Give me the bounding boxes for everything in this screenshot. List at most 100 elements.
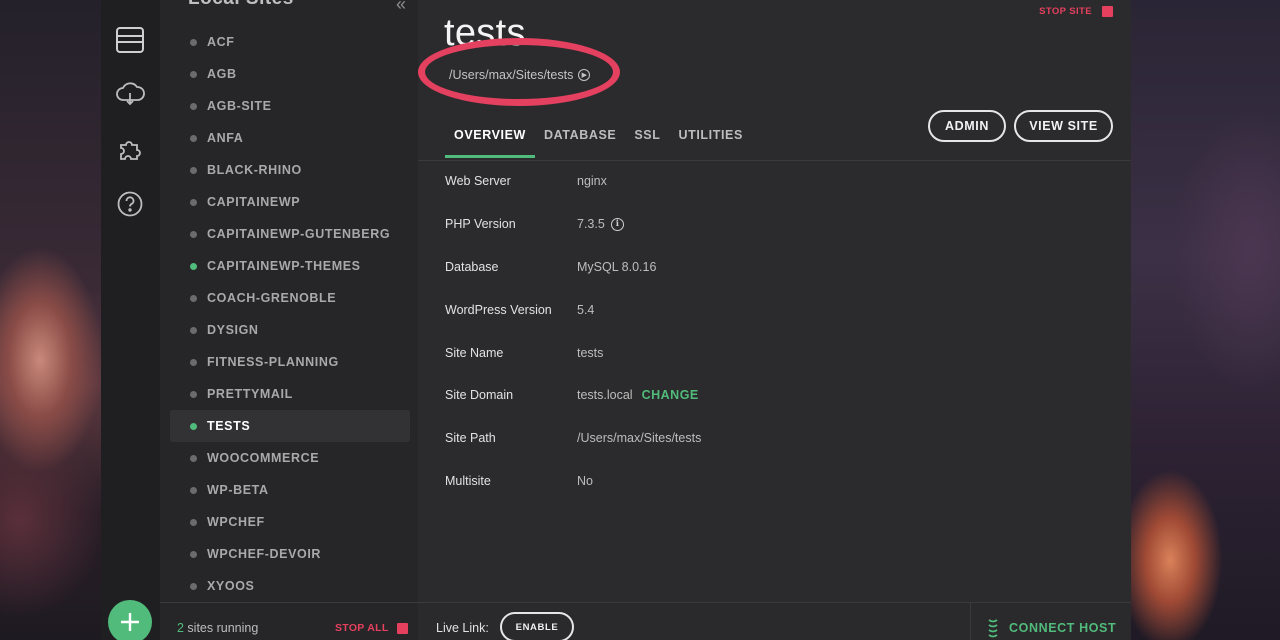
overview-row: Site Name tests	[445, 331, 1105, 374]
site-status-dot	[190, 294, 197, 302]
overview-value-text: /Users/max/Sites/tests	[577, 431, 702, 446]
collapse-sidebar-icon[interactable]: «	[396, 0, 406, 15]
site-status-dot	[190, 102, 197, 110]
site-detail-panel: tests STOP SITE /Users/max/Sites/tests ▶…	[418, 0, 1131, 640]
help-icon[interactable]	[114, 188, 146, 220]
sidebar-site-woocommerce[interactable]: WOOCOMMERCE	[170, 442, 410, 474]
overview-value: 7.3.5 i	[577, 217, 624, 231]
sidebar-site-acf[interactable]: ACF	[170, 26, 410, 58]
connect-host-button[interactable]: CONNECT HOST	[970, 603, 1131, 640]
sidebar-site-capitainewp[interactable]: CAPITAINEWP	[170, 186, 410, 218]
overview-value: No	[577, 474, 593, 488]
site-status-dot	[190, 262, 197, 270]
overview-table: Web Server nginx PHP Version 7.3.5 i Database…	[445, 160, 1105, 502]
sidebar-site-capitainewp-gutenberg[interactable]: CAPITAINEWP-GUTENBERG	[170, 218, 410, 250]
overview-row: Web Server nginx	[445, 160, 1105, 203]
overview-label: Multisite	[445, 473, 491, 488]
enable-live-link-button[interactable]: ENABLE	[500, 612, 574, 640]
site-name-label: WPCHEF	[207, 515, 265, 529]
site-tabs: OVERVIEW DATABASE SSL UTILITIES	[445, 112, 752, 158]
sidebar-site-dysign[interactable]: DYSIGN	[170, 314, 410, 346]
addons-icon[interactable]	[114, 133, 146, 165]
site-name-label: AGB	[207, 67, 237, 81]
stop-all-label: STOP ALL	[335, 622, 389, 634]
stop-icon	[396, 622, 408, 634]
overview-label: WordPress Version	[445, 302, 552, 317]
site-status-dot	[190, 70, 197, 78]
overview-value-text: tests.local	[577, 388, 633, 403]
site-name-label: AGB-SITE	[207, 99, 272, 113]
desktop-wallpaper-right	[1130, 0, 1280, 640]
site-name-label: WPCHEF-DEVOIR	[207, 547, 322, 561]
sidebar-site-xyoos[interactable]: XYOOS	[170, 570, 410, 602]
site-status-dot	[190, 550, 197, 558]
site-path-text: /Users/max/Sites/tests	[449, 68, 574, 82]
site-status-dot	[190, 358, 197, 366]
sidebar-site-wp-beta[interactable]: WP-BETA	[170, 474, 410, 506]
overview-row: Site Domain tests.local CHANGE	[445, 374, 1105, 417]
site-name-label: PRETTYMAIL	[207, 387, 293, 401]
overview-value-text: 5.4	[577, 302, 595, 317]
sidebar-site-agb[interactable]: AGB	[170, 58, 410, 90]
site-name-label: TESTS	[207, 419, 251, 433]
sidebar-site-prettymail[interactable]: PRETTYMAIL	[170, 378, 410, 410]
site-name-label: ANFA	[207, 131, 244, 145]
overview-label: PHP Version	[445, 217, 516, 232]
tab-database[interactable]: DATABASE	[535, 112, 625, 157]
site-status-dot	[190, 326, 197, 334]
sidebar-footer: 2 sites running STOP ALL	[160, 602, 418, 640]
sidebar-site-coach-grenoble[interactable]: COACH-GRENOBLE	[170, 282, 410, 314]
site-name-label: BLACK-RHINO	[207, 163, 302, 177]
overview-value-text: No	[577, 473, 593, 488]
stop-site-button[interactable]: STOP SITE	[1039, 6, 1113, 17]
site-name-label: CAPITAINEWP	[207, 195, 301, 209]
site-status-dot	[190, 454, 197, 462]
stop-all-button[interactable]: STOP ALL	[335, 622, 408, 634]
site-name-label: DYSIGN	[207, 323, 259, 337]
overview-value: MySQL 8.0.16	[577, 260, 656, 274]
sidebar-title: Local Sites	[188, 0, 294, 10]
view-site-button[interactable]: VIEW SITE	[1014, 110, 1113, 142]
overview-label: Site Name	[445, 345, 504, 360]
sidebar-site-fitness-planning[interactable]: FITNESS-PLANNING	[170, 346, 410, 378]
tab-ssl[interactable]: SSL	[625, 112, 669, 157]
sidebar-site-agb-site[interactable]: AGB-SITE	[170, 90, 410, 122]
tab-utilities[interactable]: UTILITIES	[669, 112, 751, 157]
admin-button[interactable]: ADMIN	[928, 110, 1006, 142]
plus-icon	[121, 613, 139, 631]
info-icon[interactable]: i	[610, 217, 624, 231]
sidebar-site-wpchef[interactable]: WPCHEF	[170, 506, 410, 538]
overview-row: WordPress Version 5.4	[445, 288, 1105, 331]
desktop-wallpaper-left	[0, 0, 102, 640]
connect-host-icon	[988, 619, 998, 638]
site-status-dot	[190, 38, 197, 46]
change-domain-link[interactable]: CHANGE	[642, 388, 699, 402]
site-path-link[interactable]: /Users/max/Sites/tests ▶	[449, 68, 591, 82]
sidebar-site-black-rhino[interactable]: BLACK-RHINO	[170, 154, 410, 186]
site-status-dot	[190, 230, 197, 238]
site-name-label: FITNESS-PLANNING	[207, 355, 339, 369]
add-site-button[interactable]	[108, 600, 152, 640]
stop-site-label: STOP SITE	[1039, 6, 1092, 17]
reveal-arrow-icon: ▶	[578, 69, 591, 81]
site-name-label: CAPITAINEWP-GUTENBERG	[207, 227, 391, 241]
tab-overview[interactable]: OVERVIEW	[445, 112, 535, 158]
sites-icon[interactable]	[114, 24, 146, 56]
connect-host-label: CONNECT HOST	[1009, 621, 1117, 635]
site-name-label: CAPITAINEWP-THEMES	[207, 259, 361, 273]
sidebar-site-capitainewp-themes[interactable]: CAPITAINEWP-THEMES	[170, 250, 410, 282]
site-name-label: COACH-GRENOBLE	[207, 291, 337, 305]
sidebar-site-wpchef-devoir[interactable]: WPCHEF-DEVOIR	[170, 538, 410, 570]
overview-label: Web Server	[445, 174, 511, 189]
overview-value-text: nginx	[577, 174, 607, 189]
site-status-dot	[190, 166, 197, 174]
overview-value-text: tests	[577, 345, 604, 360]
site-name-label: WP-BETA	[207, 483, 269, 497]
local-app-window: Local Sites « ACF AGB AGB-SITE ANFA BLACK-RH…	[101, 0, 1131, 640]
sidebar-site-anfa[interactable]: ANFA	[170, 122, 410, 154]
site-name-label: XYOOS	[207, 579, 255, 593]
overview-row: Site Path/Users/max/Sites/tests	[445, 417, 1105, 460]
overview-value-text: MySQL 8.0.16	[577, 259, 657, 274]
cloud-icon[interactable]	[114, 78, 146, 110]
sidebar-site-tests[interactable]: TESTS	[170, 410, 410, 442]
